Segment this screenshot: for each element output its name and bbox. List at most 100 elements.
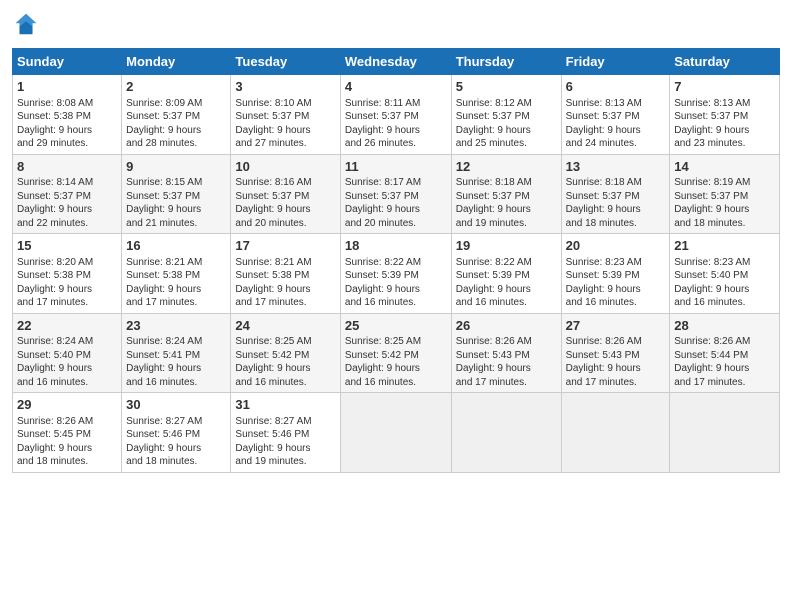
day-info: Sunrise: 8:27 AM Sunset: 5:46 PM Dayligh… (235, 415, 335, 469)
day-info: Sunrise: 8:12 AM Sunset: 5:37 PM Dayligh… (456, 97, 557, 151)
day-number: 31 (235, 396, 335, 414)
calendar-cell: 18Sunrise: 8:22 AM Sunset: 5:39 PM Dayli… (340, 234, 451, 314)
day-number: 6 (566, 78, 666, 96)
calendar-row-1: 1Sunrise: 8:08 AM Sunset: 5:38 PM Daylig… (13, 75, 780, 155)
calendar-cell: 17Sunrise: 8:21 AM Sunset: 5:38 PM Dayli… (231, 234, 340, 314)
logo (12, 10, 44, 38)
calendar-cell: 9Sunrise: 8:15 AM Sunset: 5:37 PM Daylig… (122, 154, 231, 234)
header (12, 10, 780, 38)
calendar-cell: 1Sunrise: 8:08 AM Sunset: 5:38 PM Daylig… (13, 75, 122, 155)
col-header-thursday: Thursday (451, 49, 561, 75)
calendar: SundayMondayTuesdayWednesdayThursdayFrid… (12, 48, 780, 473)
day-info: Sunrise: 8:10 AM Sunset: 5:37 PM Dayligh… (235, 97, 335, 151)
day-number: 12 (456, 158, 557, 176)
calendar-cell: 15Sunrise: 8:20 AM Sunset: 5:38 PM Dayli… (13, 234, 122, 314)
calendar-cell: 26Sunrise: 8:26 AM Sunset: 5:43 PM Dayli… (451, 313, 561, 393)
day-number: 11 (345, 158, 447, 176)
calendar-cell: 19Sunrise: 8:22 AM Sunset: 5:39 PM Dayli… (451, 234, 561, 314)
calendar-row-3: 15Sunrise: 8:20 AM Sunset: 5:38 PM Dayli… (13, 234, 780, 314)
day-info: Sunrise: 8:16 AM Sunset: 5:37 PM Dayligh… (235, 176, 335, 230)
day-number: 16 (126, 237, 226, 255)
calendar-cell: 16Sunrise: 8:21 AM Sunset: 5:38 PM Dayli… (122, 234, 231, 314)
calendar-cell (340, 393, 451, 473)
day-info: Sunrise: 8:25 AM Sunset: 5:42 PM Dayligh… (235, 335, 335, 389)
day-number: 2 (126, 78, 226, 96)
day-number: 8 (17, 158, 117, 176)
col-header-saturday: Saturday (670, 49, 780, 75)
calendar-cell: 29Sunrise: 8:26 AM Sunset: 5:45 PM Dayli… (13, 393, 122, 473)
day-info: Sunrise: 8:17 AM Sunset: 5:37 PM Dayligh… (345, 176, 447, 230)
calendar-cell: 22Sunrise: 8:24 AM Sunset: 5:40 PM Dayli… (13, 313, 122, 393)
day-number: 30 (126, 396, 226, 414)
day-number: 18 (345, 237, 447, 255)
day-info: Sunrise: 8:27 AM Sunset: 5:46 PM Dayligh… (126, 415, 226, 469)
logo-icon (12, 10, 40, 38)
day-number: 3 (235, 78, 335, 96)
day-info: Sunrise: 8:24 AM Sunset: 5:40 PM Dayligh… (17, 335, 117, 389)
calendar-cell: 30Sunrise: 8:27 AM Sunset: 5:46 PM Dayli… (122, 393, 231, 473)
calendar-row-2: 8Sunrise: 8:14 AM Sunset: 5:37 PM Daylig… (13, 154, 780, 234)
calendar-cell: 14Sunrise: 8:19 AM Sunset: 5:37 PM Dayli… (670, 154, 780, 234)
day-info: Sunrise: 8:23 AM Sunset: 5:40 PM Dayligh… (674, 256, 775, 310)
calendar-cell: 5Sunrise: 8:12 AM Sunset: 5:37 PM Daylig… (451, 75, 561, 155)
calendar-cell: 31Sunrise: 8:27 AM Sunset: 5:46 PM Dayli… (231, 393, 340, 473)
page-container: SundayMondayTuesdayWednesdayThursdayFrid… (0, 0, 792, 481)
calendar-cell: 3Sunrise: 8:10 AM Sunset: 5:37 PM Daylig… (231, 75, 340, 155)
calendar-row-5: 29Sunrise: 8:26 AM Sunset: 5:45 PM Dayli… (13, 393, 780, 473)
day-info: Sunrise: 8:22 AM Sunset: 5:39 PM Dayligh… (456, 256, 557, 310)
calendar-cell: 25Sunrise: 8:25 AM Sunset: 5:42 PM Dayli… (340, 313, 451, 393)
day-info: Sunrise: 8:13 AM Sunset: 5:37 PM Dayligh… (674, 97, 775, 151)
calendar-cell: 2Sunrise: 8:09 AM Sunset: 5:37 PM Daylig… (122, 75, 231, 155)
day-info: Sunrise: 8:18 AM Sunset: 5:37 PM Dayligh… (566, 176, 666, 230)
day-number: 22 (17, 317, 117, 335)
calendar-cell: 10Sunrise: 8:16 AM Sunset: 5:37 PM Dayli… (231, 154, 340, 234)
day-info: Sunrise: 8:21 AM Sunset: 5:38 PM Dayligh… (126, 256, 226, 310)
calendar-cell: 7Sunrise: 8:13 AM Sunset: 5:37 PM Daylig… (670, 75, 780, 155)
day-number: 25 (345, 317, 447, 335)
day-info: Sunrise: 8:26 AM Sunset: 5:44 PM Dayligh… (674, 335, 775, 389)
day-info: Sunrise: 8:26 AM Sunset: 5:43 PM Dayligh… (456, 335, 557, 389)
day-info: Sunrise: 8:08 AM Sunset: 5:38 PM Dayligh… (17, 97, 117, 151)
day-info: Sunrise: 8:13 AM Sunset: 5:37 PM Dayligh… (566, 97, 666, 151)
calendar-cell: 12Sunrise: 8:18 AM Sunset: 5:37 PM Dayli… (451, 154, 561, 234)
day-info: Sunrise: 8:21 AM Sunset: 5:38 PM Dayligh… (235, 256, 335, 310)
day-number: 20 (566, 237, 666, 255)
day-info: Sunrise: 8:14 AM Sunset: 5:37 PM Dayligh… (17, 176, 117, 230)
calendar-cell (451, 393, 561, 473)
day-number: 23 (126, 317, 226, 335)
day-number: 21 (674, 237, 775, 255)
calendar-cell: 13Sunrise: 8:18 AM Sunset: 5:37 PM Dayli… (561, 154, 670, 234)
calendar-cell (670, 393, 780, 473)
day-info: Sunrise: 8:18 AM Sunset: 5:37 PM Dayligh… (456, 176, 557, 230)
day-number: 4 (345, 78, 447, 96)
day-number: 17 (235, 237, 335, 255)
calendar-cell: 4Sunrise: 8:11 AM Sunset: 5:37 PM Daylig… (340, 75, 451, 155)
day-number: 13 (566, 158, 666, 176)
day-number: 19 (456, 237, 557, 255)
calendar-cell: 23Sunrise: 8:24 AM Sunset: 5:41 PM Dayli… (122, 313, 231, 393)
calendar-header-row: SundayMondayTuesdayWednesdayThursdayFrid… (13, 49, 780, 75)
calendar-cell: 11Sunrise: 8:17 AM Sunset: 5:37 PM Dayli… (340, 154, 451, 234)
day-info: Sunrise: 8:09 AM Sunset: 5:37 PM Dayligh… (126, 97, 226, 151)
day-number: 7 (674, 78, 775, 96)
day-number: 14 (674, 158, 775, 176)
day-info: Sunrise: 8:24 AM Sunset: 5:41 PM Dayligh… (126, 335, 226, 389)
calendar-cell: 8Sunrise: 8:14 AM Sunset: 5:37 PM Daylig… (13, 154, 122, 234)
day-info: Sunrise: 8:23 AM Sunset: 5:39 PM Dayligh… (566, 256, 666, 310)
day-info: Sunrise: 8:22 AM Sunset: 5:39 PM Dayligh… (345, 256, 447, 310)
calendar-cell: 21Sunrise: 8:23 AM Sunset: 5:40 PM Dayli… (670, 234, 780, 314)
day-info: Sunrise: 8:15 AM Sunset: 5:37 PM Dayligh… (126, 176, 226, 230)
calendar-cell (561, 393, 670, 473)
col-header-wednesday: Wednesday (340, 49, 451, 75)
col-header-sunday: Sunday (13, 49, 122, 75)
day-number: 1 (17, 78, 117, 96)
calendar-cell: 24Sunrise: 8:25 AM Sunset: 5:42 PM Dayli… (231, 313, 340, 393)
day-number: 15 (17, 237, 117, 255)
day-info: Sunrise: 8:26 AM Sunset: 5:43 PM Dayligh… (566, 335, 666, 389)
col-header-tuesday: Tuesday (231, 49, 340, 75)
day-info: Sunrise: 8:26 AM Sunset: 5:45 PM Dayligh… (17, 415, 117, 469)
calendar-cell: 28Sunrise: 8:26 AM Sunset: 5:44 PM Dayli… (670, 313, 780, 393)
day-number: 27 (566, 317, 666, 335)
calendar-cell: 20Sunrise: 8:23 AM Sunset: 5:39 PM Dayli… (561, 234, 670, 314)
day-info: Sunrise: 8:11 AM Sunset: 5:37 PM Dayligh… (345, 97, 447, 151)
